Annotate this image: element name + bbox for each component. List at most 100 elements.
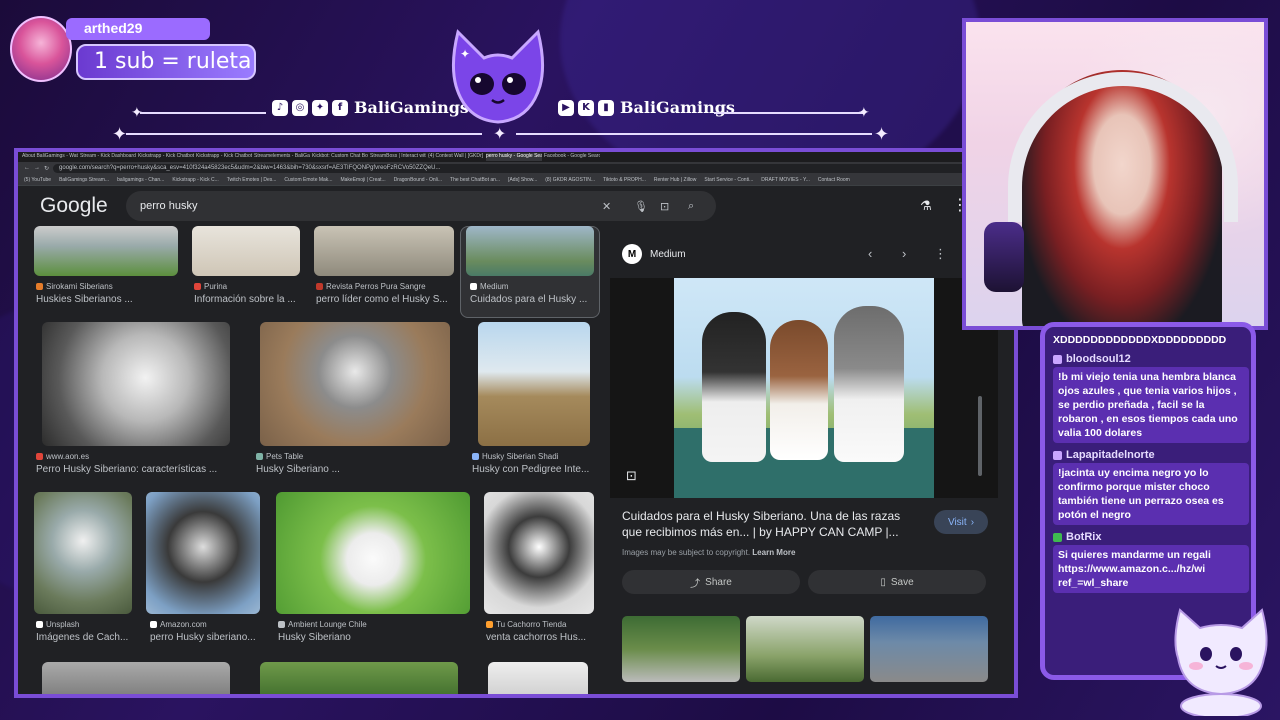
result-thumbnail[interactable] [488, 662, 588, 694]
browser-tab[interactable]: StreamBoss | Interact with the ... [370, 153, 426, 161]
result-source: Purina [194, 282, 227, 291]
result-title[interactable]: perro Husky siberiano... [150, 632, 266, 643]
divider-line [140, 112, 266, 114]
bookmark-item[interactable]: (8) GKDR AGOSTIN... [545, 177, 595, 183]
search-box[interactable]: perro husky ✕ 🎙 ⊡ ⌕ [126, 191, 716, 221]
copyright-text: Images may be subject to copyright. [622, 548, 751, 557]
chat-username-text: BotRix [1066, 531, 1102, 543]
result-thumbnail[interactable] [42, 322, 230, 446]
result-thumbnail[interactable] [466, 226, 594, 276]
chat-username-text: Lapapitadelnorte [1066, 449, 1155, 461]
browser-tab[interactable]: Kickbot: Custom Chat Bot with... [312, 153, 368, 161]
bookmark-item[interactable]: DRAFT MOVIES - Y... [761, 177, 810, 183]
bookmark-item[interactable]: Renter Hub | Zillow [654, 177, 696, 183]
browser-tab[interactable]: About BaliGamings - Watch Live [22, 153, 78, 161]
bookmark-item[interactable]: Tiktoto & PROPH... [603, 177, 646, 183]
result-title[interactable]: Husky Siberiano [278, 632, 468, 643]
browser-tab[interactable]: (4) Contest Wall | [GKDr] ... [428, 153, 484, 161]
share-button[interactable]: ⤴ Share [622, 570, 800, 594]
bookmark-item[interactable]: MakeEmoji | Creat... [340, 177, 385, 183]
lens-icon[interactable]: ⊡ [660, 200, 669, 213]
reload-icon[interactable]: ↻ [44, 165, 49, 172]
microphone-icon[interactable]: 🎙 [634, 200, 648, 213]
bookmark-item[interactable]: baligamings - Chan... [117, 177, 164, 183]
panel-scrollbar[interactable] [978, 396, 982, 476]
bookmark-item[interactable]: BaliGamings Stream... [59, 177, 109, 183]
result-title[interactable]: Husky con Pedigree Inte... [472, 464, 596, 475]
prev-image-icon[interactable]: ‹ [868, 246, 872, 261]
bookmark-item[interactable]: The best ChatBot an... [450, 177, 500, 183]
labs-flask-icon[interactable]: ⚗ [920, 198, 932, 214]
share-label: Share [705, 576, 732, 588]
bookmark-item[interactable]: (5) YouTube [24, 177, 51, 183]
result-title[interactable]: perro líder como el Husky S... [316, 294, 456, 305]
preview-title[interactable]: Cuidados para el Husky Siberiano. Una de… [622, 508, 912, 540]
save-button[interactable]: ▯ Save [808, 570, 986, 594]
result-thumbnail[interactable] [192, 226, 300, 276]
back-icon[interactable]: ← [24, 165, 30, 171]
browser-tab[interactable]: Kickstrapp - Kick Chatbot and Ov... [138, 153, 194, 161]
bookmarks-bar: (5) YouTube BaliGamings Stream... baliga… [18, 174, 1014, 186]
preview-image[interactable]: ⊡ [610, 278, 998, 498]
bookmark-item[interactable]: [Ads] Show... [508, 177, 537, 183]
bookmark-item[interactable]: DragonBound - Onli... [394, 177, 442, 183]
browser-tab[interactable]: Facebook - Google Search [544, 153, 600, 161]
result-title[interactable]: Husky Siberiano ... [256, 464, 446, 475]
result-thumbnail[interactable] [314, 226, 454, 276]
tab-strip: About BaliGamings - Watch Live Stream - … [18, 152, 1014, 162]
result-thumbnail[interactable] [42, 662, 230, 694]
related-image[interactable] [622, 616, 740, 682]
result-title[interactable]: Información sobre la ... [194, 294, 304, 305]
result-thumbnail[interactable] [260, 662, 458, 694]
bookmark-item[interactable]: Custom Emote Mak... [284, 177, 332, 183]
result-title[interactable]: Cuidados para el Husky ... [470, 294, 596, 305]
result-thumbnail[interactable] [478, 322, 590, 446]
bookmark-item[interactable]: Kickstrapp - Kick C... [172, 177, 218, 183]
browser-tab[interactable]: Kickstrapp - Kick Chatbot and Ov... [196, 153, 252, 161]
forward-icon[interactable]: → [34, 165, 40, 171]
result-title[interactable]: Huskies Siberianos ... [36, 294, 186, 305]
bookmark-item[interactable]: Start Service - Conti... [704, 177, 753, 183]
event-username: arthed29 [66, 18, 210, 40]
browser-tab-active[interactable]: perro husky - Google Search [486, 153, 542, 161]
learn-more-link[interactable]: Learn More [752, 548, 795, 557]
chat-message: !b mi viejo tenia una hembra blanca ojos… [1053, 367, 1249, 443]
image-results-grid: Sirokami Siberians Huskies Siberianos ..… [32, 226, 602, 694]
result-title[interactable]: venta cachorros Hus... [486, 632, 598, 643]
related-image[interactable] [870, 616, 988, 682]
search-icon[interactable]: ⌕ [688, 200, 694, 213]
chat-username-text: bloodsoul12 [1066, 353, 1131, 365]
preview-source[interactable]: M Medium [622, 244, 686, 264]
cat-mascot-icon [1174, 608, 1268, 716]
result-thumbnail[interactable] [34, 226, 178, 276]
url-field[interactable]: google.com/search?q=perro+husky&sca_esv=… [53, 163, 989, 173]
browser-tab[interactable]: Streamelements - BaliGamings [254, 153, 310, 161]
result-thumbnail[interactable] [276, 492, 470, 614]
related-image[interactable] [746, 616, 864, 682]
lens-search-icon[interactable]: ⊡ [626, 468, 637, 484]
google-logo[interactable]: Google [40, 194, 108, 218]
tiktok-icon: ♪ [272, 99, 288, 116]
search-input[interactable]: perro husky [140, 200, 197, 212]
clear-icon[interactable]: ✕ [602, 200, 611, 213]
visit-label: Visit [947, 516, 967, 528]
result-source: Pets Table [256, 452, 303, 461]
bookmark-item[interactable]: Contact Room [818, 177, 850, 183]
result-source: Husky Siberian Shadi [472, 452, 558, 461]
browser-window: About BaliGamings - Watch Live Stream - … [14, 148, 1018, 698]
next-image-icon[interactable]: › [902, 246, 906, 261]
browser-tab[interactable]: Stream - Kick Dashboard [80, 153, 136, 161]
result-title[interactable]: Imágenes de Cach... [36, 632, 140, 643]
image-preview-panel: M Medium ‹ › ⋮ ⊡ Cuidados para el Husky … [610, 226, 998, 694]
result-thumbnail[interactable] [34, 492, 132, 614]
more-options-icon[interactable]: ⋮ [934, 246, 947, 262]
visit-button[interactable]: Visit › [934, 510, 988, 534]
result-thumbnail[interactable] [260, 322, 450, 446]
result-thumbnail[interactable] [484, 492, 594, 614]
result-title[interactable]: Perro Husky Siberiano: características .… [36, 464, 236, 475]
user-badge-icon [1053, 354, 1062, 364]
result-thumbnail[interactable] [146, 492, 260, 614]
bot-badge-icon [1053, 532, 1062, 542]
bookmark-item[interactable]: Twitch Emotes | Des... [227, 177, 277, 183]
google-header: Google perro husky ✕ 🎙 ⊡ ⌕ ⚗ ⋮⋮ [18, 186, 1014, 226]
